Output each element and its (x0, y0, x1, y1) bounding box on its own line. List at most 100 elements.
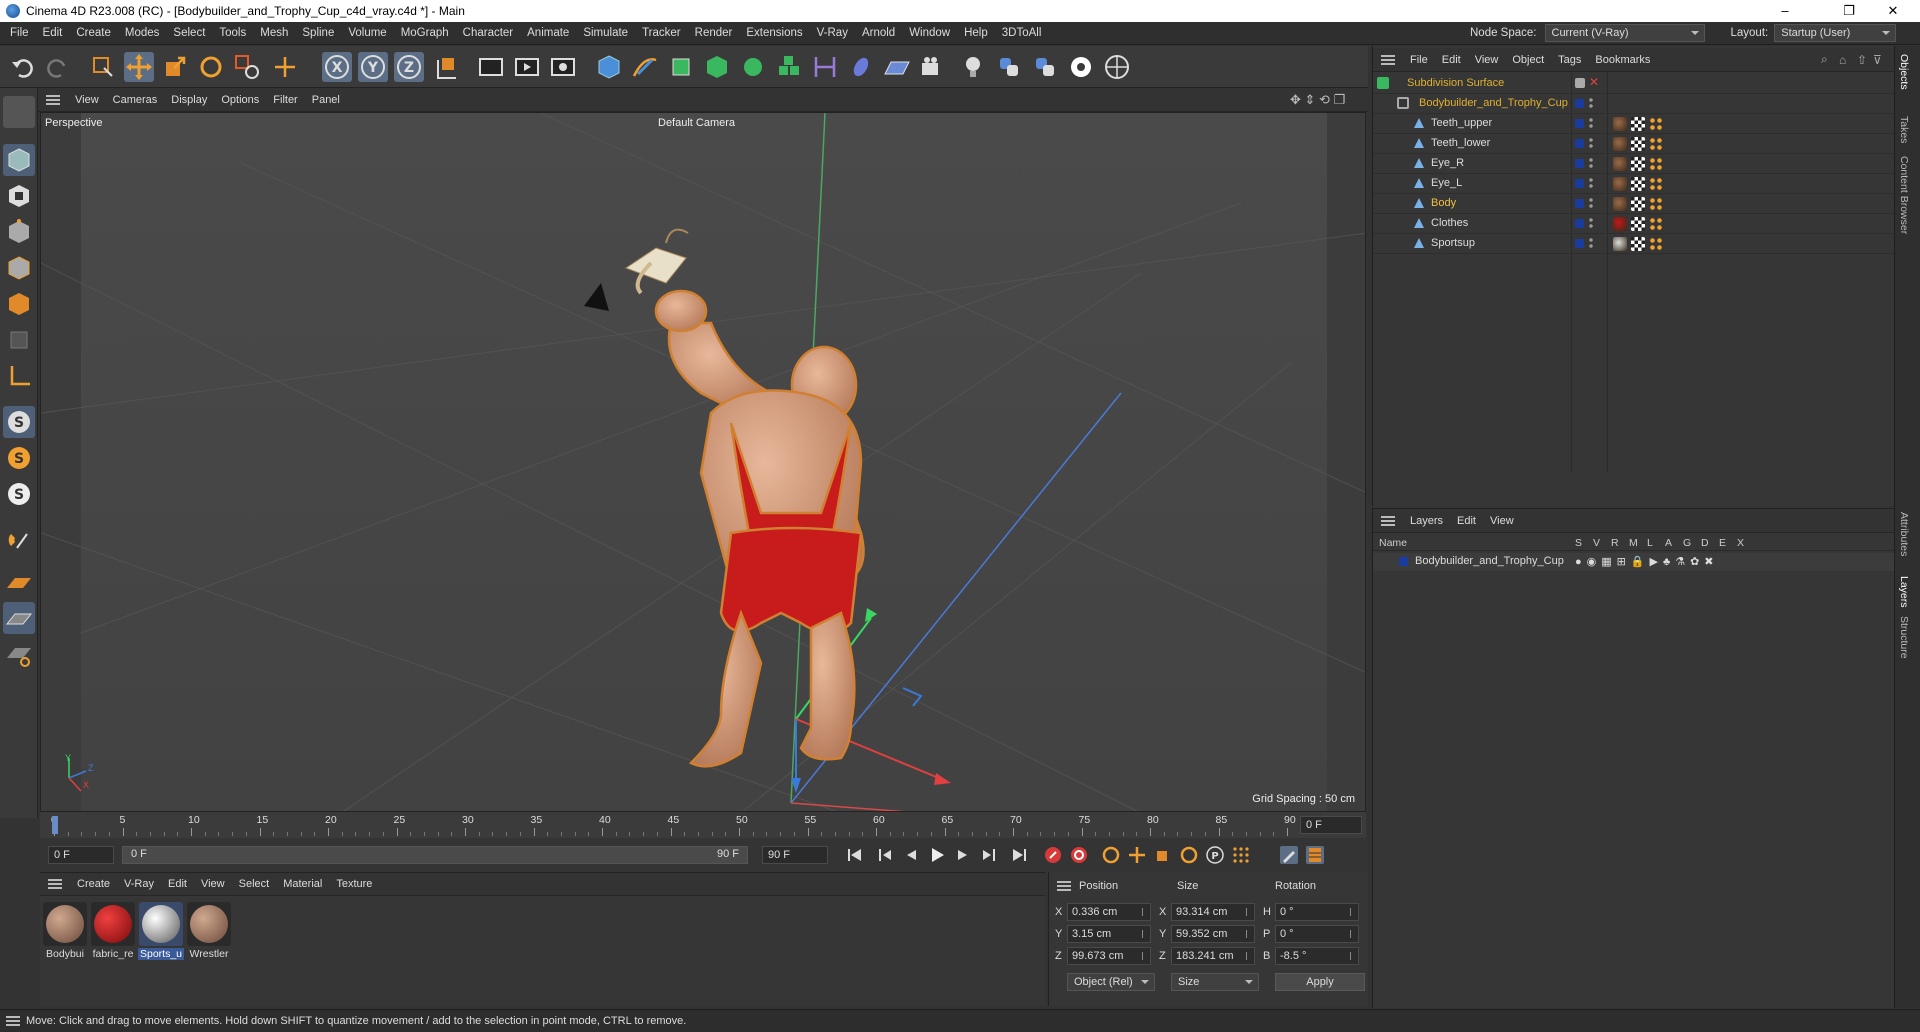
keyframe-selection-icon[interactable] (1102, 846, 1120, 864)
viewport-camera[interactable]: Default Camera (658, 117, 735, 129)
key-scale-icon[interactable] (1154, 846, 1172, 864)
material-tag-icon[interactable] (1613, 217, 1627, 231)
polygons-mode-icon[interactable] (3, 288, 35, 320)
menu-vray[interactable]: V-Ray (810, 27, 855, 39)
coords-hamburger-icon[interactable] (1057, 881, 1071, 891)
previous-key-icon[interactable] (876, 846, 894, 864)
object-row[interactable]: Body (1373, 194, 1895, 214)
material-swatch[interactable]: Bodybui (42, 902, 88, 960)
layer-color-swatch[interactable] (1575, 119, 1584, 128)
tab-attributes[interactable]: Attributes (1898, 512, 1910, 556)
render-picture-viewer-icon[interactable] (512, 52, 542, 82)
layer-color-swatch[interactable] (1575, 239, 1584, 248)
objects-menu-tags[interactable]: Tags (1551, 54, 1588, 66)
floor-icon[interactable] (882, 52, 912, 82)
deformer-icon[interactable] (810, 52, 840, 82)
viewport-menu-display[interactable]: Display (164, 94, 214, 106)
go-to-end-icon[interactable] (1010, 846, 1028, 864)
minimize-button[interactable]: – (1762, 0, 1808, 22)
uvw-tag-icon[interactable] (1631, 157, 1645, 171)
object-row[interactable]: Clothes (1373, 214, 1895, 234)
material-hamburger-icon[interactable] (48, 879, 62, 889)
key-parameter-icon[interactable]: P (1206, 846, 1224, 864)
layer-color-swatch[interactable] (1575, 199, 1584, 208)
layers-hamburger-icon[interactable] (1381, 515, 1395, 526)
object-row[interactable]: Eye_L (1373, 174, 1895, 194)
material-tag-icon[interactable] (1613, 177, 1627, 191)
quantize-icon[interactable]: S (3, 478, 35, 510)
tab-objects[interactable]: Objects (1898, 54, 1910, 90)
play-icon[interactable] (928, 846, 946, 864)
transform-tool-icon[interactable] (270, 52, 300, 82)
menu-tools[interactable]: Tools (212, 27, 253, 39)
visibility-dots[interactable] (1589, 237, 1593, 249)
object-row[interactable]: Bodybuilder_and_Trophy_Cup (1373, 94, 1895, 114)
visibility-dots[interactable] (1589, 177, 1593, 189)
material-menu-vray[interactable]: V-Ray (117, 878, 161, 890)
visibility-dots[interactable] (1589, 97, 1593, 109)
size-mode-select[interactable]: Size (1171, 973, 1259, 991)
visibility-dots[interactable] (1589, 137, 1593, 149)
vray-vfb-icon[interactable] (1102, 52, 1132, 82)
viewport-menu-cameras[interactable]: Cameras (106, 94, 165, 106)
uvw-tag-icon[interactable] (1631, 237, 1645, 251)
render-settings-icon[interactable] (548, 52, 578, 82)
points-mode-icon[interactable] (3, 216, 35, 248)
light-icon[interactable] (958, 52, 988, 82)
menu-help[interactable]: Help (957, 27, 995, 39)
field-icon[interactable] (846, 52, 876, 82)
material-swatch[interactable]: Wrestler (186, 902, 232, 960)
pos-z-field[interactable]: 99.673 cm (1067, 947, 1151, 965)
menu-modes[interactable]: Modes (118, 27, 167, 39)
coordinate-mode-select[interactable]: Object (Rel) (1067, 973, 1155, 991)
previous-frame-icon[interactable] (902, 846, 920, 864)
menu-render[interactable]: Render (688, 27, 740, 39)
menu-arnold[interactable]: Arnold (855, 27, 902, 39)
mograph-icon[interactable] (774, 52, 804, 82)
layer-color-swatch[interactable] (1399, 557, 1408, 566)
menu-volume[interactable]: Volume (341, 27, 393, 39)
next-key-icon[interactable] (980, 846, 998, 864)
live-select-icon[interactable] (88, 52, 118, 82)
objects-menu-object[interactable]: Object (1505, 54, 1551, 66)
maximize-button[interactable]: ❐ (1826, 0, 1872, 22)
render-disabled-icon[interactable]: ✕ (1589, 75, 1599, 89)
psr-tool-icon[interactable] (232, 52, 262, 82)
undo-icon[interactable] (8, 52, 38, 82)
uvw-tag-icon[interactable] (1631, 117, 1645, 131)
material-tag-icon[interactable] (1613, 157, 1627, 171)
object-row[interactable]: Teeth_lower (1373, 134, 1895, 154)
extrude-icon[interactable] (702, 52, 732, 82)
visibility-dots[interactable] (1589, 117, 1593, 129)
layer-color-swatch[interactable] (1575, 159, 1584, 168)
rot-h-field[interactable]: 0 ° (1275, 903, 1359, 921)
objects-menu-view[interactable]: View (1468, 54, 1506, 66)
size-x-field[interactable]: 93.314 cm (1171, 903, 1255, 921)
layer-color-swatch[interactable] (1575, 139, 1584, 148)
selection-tag-icon[interactable] (1649, 217, 1663, 231)
objects-menu-edit[interactable]: Edit (1435, 54, 1468, 66)
object-row[interactable]: Subdivision Surface ✕ (1373, 74, 1895, 94)
material-tag-icon[interactable] (1613, 117, 1627, 131)
menu-select[interactable]: Select (166, 27, 212, 39)
selection-tag-icon[interactable] (1649, 177, 1663, 191)
current-frame-field[interactable]: 0 F (1300, 816, 1362, 834)
motion-record-icon[interactable] (1280, 846, 1298, 864)
workplane-icon[interactable] (3, 566, 35, 598)
objects-menu-bookmarks[interactable]: Bookmarks (1588, 54, 1657, 66)
close-button[interactable]: ✕ (1870, 0, 1916, 22)
pos-y-field[interactable]: 3.15 cm (1067, 925, 1151, 943)
objects-hamburger-icon[interactable] (1381, 54, 1395, 65)
model-mode-icon[interactable] (3, 144, 35, 176)
timeline-window-icon[interactable] (1306, 846, 1324, 864)
material-menu-create[interactable]: Create (70, 878, 117, 890)
snap-settings-icon[interactable]: S (3, 442, 35, 474)
menu-tracker[interactable]: Tracker (635, 27, 688, 39)
viewport-nav-icons[interactable]: ✥ ⇕ ⟲ ❐ (1290, 92, 1345, 108)
scale-tool-icon[interactable] (160, 52, 190, 82)
timeline-playhead[interactable] (52, 816, 58, 834)
menu-create[interactable]: Create (69, 27, 118, 39)
start-frame-field[interactable]: 0 F (48, 846, 114, 864)
viewport-menu-panel[interactable]: Panel (305, 94, 347, 106)
status-hamburger-icon[interactable] (6, 1016, 20, 1026)
